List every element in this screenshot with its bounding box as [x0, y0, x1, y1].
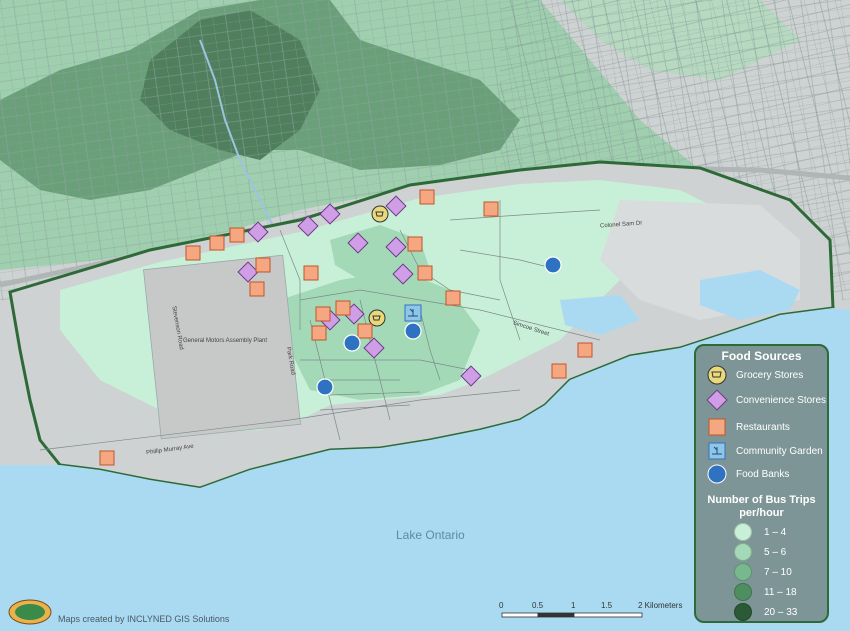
bus-class-label: 7 – 10 — [764, 566, 792, 578]
legend-item-convenience: Convenience Stores — [706, 389, 826, 411]
restaurant-marker — [551, 363, 567, 379]
scale-bar: 0 0.5 1 1.5 2 Kilometers — [498, 601, 688, 623]
bus-class-swatch — [734, 543, 752, 561]
lake-label: Lake Ontario — [396, 528, 465, 542]
restaurant-marker — [577, 342, 593, 358]
restaurant-marker — [229, 227, 245, 243]
legend-label: Restaurants — [736, 421, 790, 433]
food-bank-marker — [343, 334, 361, 352]
gm-plant — [143, 254, 301, 440]
map-legend: Food Sources Grocery Stores Convenience … — [694, 344, 829, 623]
legend-label: Convenience Stores — [736, 394, 827, 406]
restaurant-marker — [185, 245, 201, 261]
bus-class-label: 5 – 6 — [764, 546, 787, 558]
legend-label: Community Garden — [736, 445, 823, 457]
restaurant-marker — [445, 290, 461, 306]
legend-item-foodbank: Food Banks — [706, 463, 789, 485]
scale-tick: 1.5 — [601, 601, 613, 610]
garden-icon — [708, 442, 726, 460]
legend-item-garden: Community Garden — [706, 440, 823, 462]
legend-title: Food Sources — [721, 349, 802, 363]
bus-class-row: 7 – 10 — [734, 563, 792, 581]
scale-tick: 1 — [571, 601, 576, 610]
legend-item-restaurant: Restaurants — [706, 416, 790, 438]
restaurant-marker — [407, 236, 423, 252]
restaurant-marker — [303, 265, 319, 281]
map-stage: Colonel Sam Dr Simcoe Street Phillip Mur… — [0, 0, 850, 631]
restaurant-icon — [708, 418, 726, 436]
food-bank-marker — [544, 256, 562, 274]
bus-class-label: 20 – 33 — [764, 606, 798, 618]
map-credit: Maps created by INCLYNED GIS Solutions — [8, 598, 229, 626]
cart-icon — [707, 365, 727, 385]
grocery-store-marker — [371, 205, 389, 223]
legend-label: Food Banks — [736, 468, 790, 480]
plant-label: General Motors Assembly Plant — [183, 338, 268, 344]
restaurant-marker — [99, 450, 115, 466]
bus-class-swatch — [734, 523, 752, 541]
legend-item-grocery: Grocery Stores — [706, 364, 803, 386]
bus-class-swatch — [734, 583, 752, 601]
restaurant-marker — [209, 235, 225, 251]
company-logo — [8, 599, 52, 625]
restaurant-marker — [335, 300, 351, 316]
bus-class-row: 1 – 4 — [734, 523, 787, 541]
bus-class-swatch — [734, 603, 752, 621]
restaurant-marker — [483, 201, 499, 217]
bus-legend-title: Number of Bus Trips per/hour — [707, 494, 816, 519]
restaurant-marker — [249, 281, 265, 297]
scale-tick: 0 — [499, 601, 504, 610]
food-bank-icon — [707, 464, 727, 484]
scale-tick: 2 Kilometers — [638, 601, 683, 610]
credit-text: Maps created by INCLYNED GIS Solutions — [58, 614, 230, 624]
scale-tick: 0.5 — [532, 601, 544, 610]
convenience-store-icon — [706, 389, 728, 411]
bus-class-row: 11 – 18 — [734, 583, 797, 601]
bus-class-row: 20 – 33 — [734, 603, 798, 621]
bus-class-label: 11 – 18 — [764, 586, 797, 598]
restaurant-marker — [417, 265, 433, 281]
restaurant-marker — [315, 306, 331, 322]
food-bank-marker — [316, 378, 334, 396]
legend-label: Grocery Stores — [736, 369, 804, 381]
bus-class-label: 1 – 4 — [764, 526, 787, 538]
restaurant-marker — [419, 189, 435, 205]
food-bank-marker — [404, 322, 422, 340]
community-garden-marker — [404, 304, 422, 322]
restaurant-marker — [255, 257, 271, 273]
restaurant-marker — [311, 325, 327, 341]
restaurant-marker — [357, 323, 373, 339]
bus-class-swatch — [734, 563, 752, 581]
bus-class-row: 5 – 6 — [734, 543, 787, 561]
